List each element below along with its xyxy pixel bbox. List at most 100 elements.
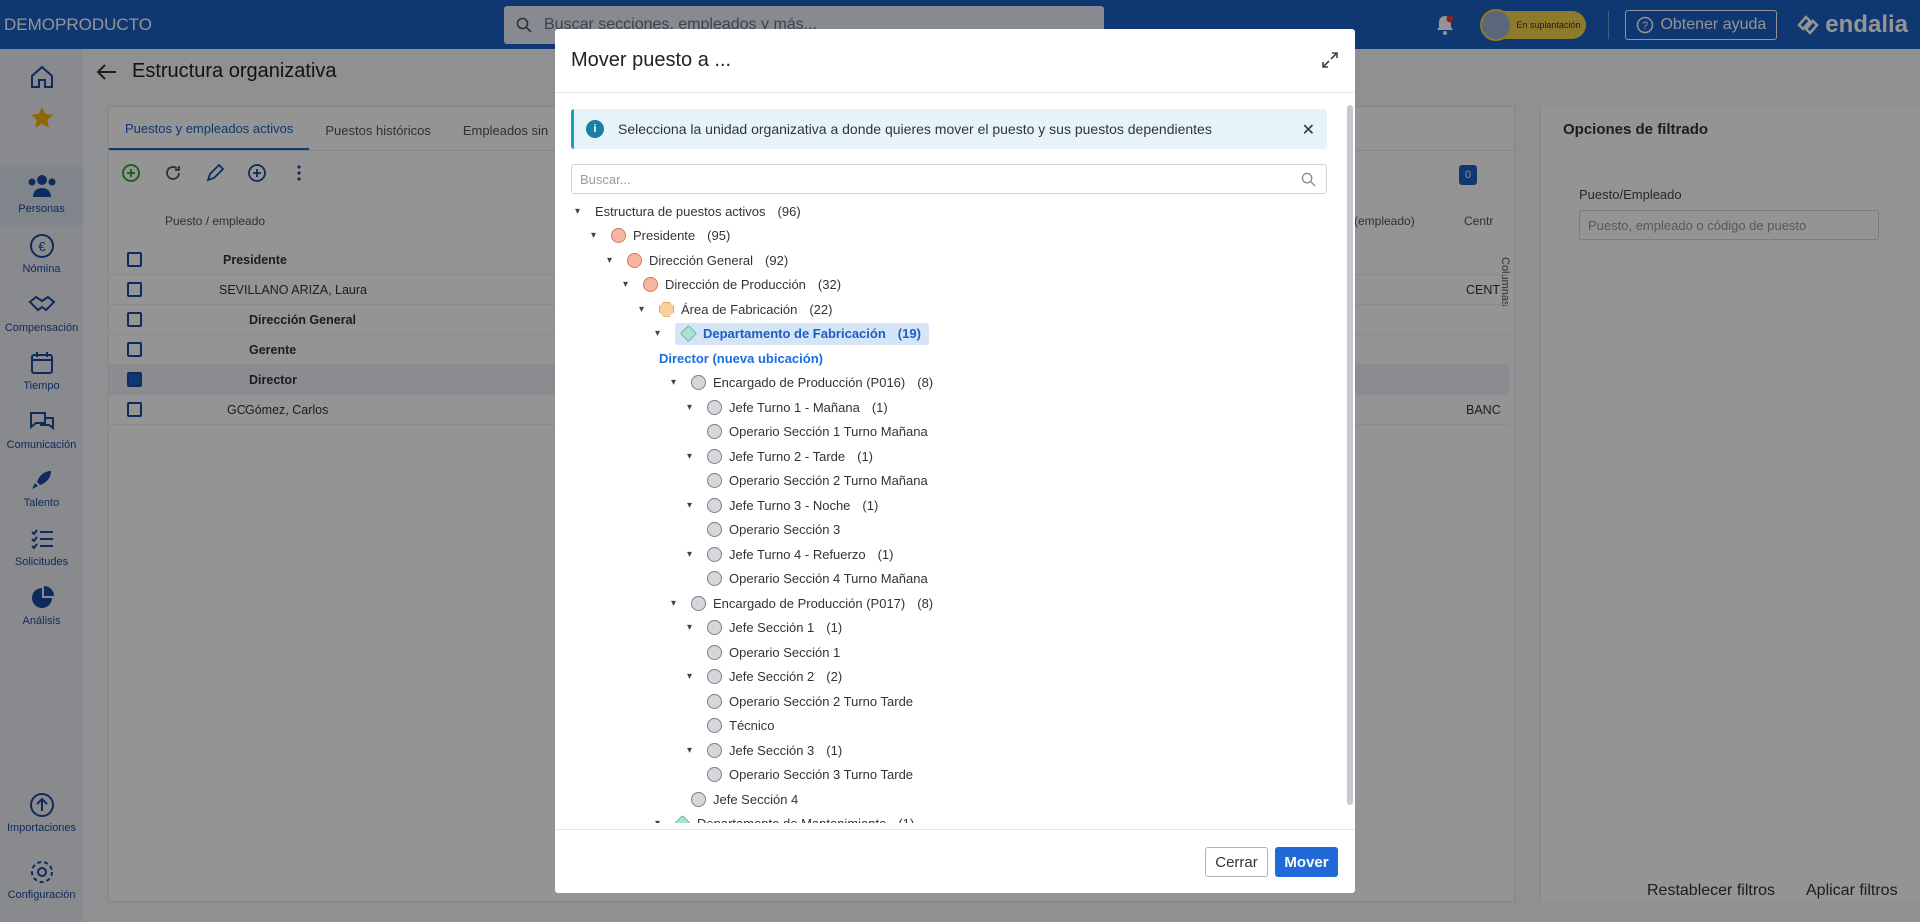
tree-node[interactable]: ▾ Encargado de Producción (P016) (8)	[671, 371, 933, 396]
gray-node-icon	[707, 473, 722, 489]
tree-node[interactable]: ▾ Estructura de puestos activos (96)	[575, 199, 801, 224]
info-text: Selecciona la unidad organizativa a dond…	[618, 121, 1212, 137]
chevron-down-icon[interactable]: ▾	[655, 328, 667, 339]
chevron-down-icon[interactable]: ▾	[687, 622, 699, 633]
tree-node[interactable]: ▾ Departamento de Fabricación (19)	[655, 322, 929, 347]
tree-node[interactable]: Operario Sección 2 Turno Tarde	[687, 689, 913, 714]
salmon-node-icon	[627, 252, 642, 268]
tree-node[interactable]: ▾ Encargado de Producción (P017) (8)	[671, 591, 933, 616]
chevron-down-icon[interactable]: ▾	[687, 451, 699, 462]
tree-scrollbar[interactable]	[1347, 105, 1353, 805]
tree-node-count: (1)	[826, 742, 843, 758]
tree-node-count: (1)	[898, 816, 914, 823]
tree-node-count: (1)	[857, 448, 873, 464]
chevron-down-icon[interactable]: ▾	[687, 745, 699, 756]
dialog-footer: Cerrar Mover	[555, 829, 1355, 893]
tree-node[interactable]: ▾ Dirección de Producción (32)	[623, 273, 841, 298]
tree-node-count: (2)	[826, 669, 843, 685]
tree-node-label: Operario Sección 2 Turno Tarde	[729, 693, 914, 709]
close-icon[interactable]: ✕	[1302, 120, 1315, 140]
chevron-down-icon[interactable]: ▾	[671, 377, 683, 388]
gray-node-icon	[707, 693, 722, 709]
gray-node-icon	[691, 595, 706, 611]
info-icon: i	[586, 120, 604, 138]
tree-node[interactable]: Operario Sección 3	[687, 518, 840, 543]
chevron-down-icon[interactable]: ▾	[591, 230, 603, 241]
salmon-node-icon	[643, 277, 658, 293]
tree-node[interactable]: ▾ Departamento de Mantenimiento (1)	[655, 812, 914, 823]
tree-node-label: Jefe Sección 1	[729, 620, 815, 636]
chevron-down-icon[interactable]: ▾	[655, 818, 667, 823]
chevron-down-icon[interactable]: ▾	[623, 279, 635, 290]
tree-node-count: (92)	[765, 252, 789, 268]
tree-node-count: (1)	[826, 620, 843, 636]
chevron-down-icon[interactable]: ▾	[607, 255, 619, 266]
tree-node[interactable]: Operario Sección 4 Turno Mañana	[687, 567, 928, 592]
tree-node-label: Jefe Sección 3	[729, 742, 815, 758]
tree-node[interactable]: Jefe Sección 4	[671, 787, 798, 812]
tree-node[interactable]: Operario Sección 3 Turno Tarde	[687, 763, 913, 788]
gray-node-icon	[707, 669, 722, 685]
expand-icon[interactable]	[1321, 51, 1339, 69]
tree-node[interactable]: ▾ Jefe Sección 3 (1)	[687, 738, 842, 763]
chevron-down-icon[interactable]: ▾	[671, 598, 683, 609]
tree-search-placeholder: Buscar...	[580, 171, 631, 187]
gray-node-icon	[707, 742, 722, 758]
gray-node-icon	[691, 375, 706, 391]
tree-node[interactable]: ▾ Jefe Turno 4 - Refuerzo (1)	[687, 542, 893, 567]
move-position-dialog: Mover puesto a ... i Selecciona la unida…	[555, 29, 1355, 893]
chevron-down-icon[interactable]: ▾	[687, 549, 699, 560]
info-banner: i Selecciona la unidad organizativa a do…	[571, 109, 1327, 149]
dialog-title: Mover puesto a ...	[571, 49, 732, 71]
tree-node-count: (1)	[862, 497, 879, 513]
tree-node[interactable]: ▾ Jefe Turno 1 - Mañana (1)	[687, 395, 888, 420]
tree-node-label: Jefe Turno 4 - Refuerzo	[729, 546, 866, 562]
chevron-down-icon[interactable]: ▾	[575, 206, 587, 217]
teal-node-icon	[680, 325, 697, 343]
tree-node-label: Jefe Sección 4	[713, 791, 799, 807]
gray-node-icon	[707, 424, 722, 440]
chevron-down-icon[interactable]: ▾	[639, 304, 651, 315]
tree-node-label: Jefe Turno 3 - Noche	[729, 497, 851, 513]
gray-node-icon	[707, 497, 722, 513]
gray-node-icon	[707, 718, 722, 734]
tree-node[interactable]: ▾ Jefe Sección 2 (2)	[687, 665, 842, 690]
tree-node[interactable]: Director (nueva ubicación)	[659, 346, 823, 371]
tree-node-label: Departamento de Mantenimiento	[697, 816, 886, 823]
tree-node-count: (22)	[809, 301, 833, 317]
tree-node[interactable]: Operario Sección 2 Turno Mañana	[687, 469, 928, 494]
tree-node[interactable]: Operario Sección 1 Turno Mañana	[687, 420, 928, 445]
tree-node[interactable]: Operario Sección 1	[687, 640, 840, 665]
tree-node-label: Jefe Sección 2	[729, 669, 815, 685]
move-button[interactable]: Mover	[1275, 847, 1338, 877]
chevron-down-icon[interactable]: ▾	[687, 671, 699, 682]
teal-node-icon	[674, 815, 691, 823]
gray-node-icon	[707, 522, 722, 538]
close-button[interactable]: Cerrar	[1205, 847, 1268, 877]
tree-node-label: Encargado de Producción (P017)	[713, 595, 906, 611]
tree-node-count: (19)	[897, 326, 921, 342]
org-tree: ▾ Estructura de puestos activos (96) ▾ Presi…	[571, 199, 1327, 823]
gray-node-icon	[707, 448, 722, 464]
tree-node-count: (32)	[817, 277, 842, 293]
tree-node-count: (8)	[917, 375, 934, 391]
tree-node-label: Técnico	[729, 718, 775, 734]
chevron-down-icon[interactable]: ▾	[687, 402, 699, 413]
tree-search-input[interactable]: Buscar...	[571, 164, 1327, 194]
gray-node-icon	[707, 571, 722, 587]
tree-node-label: Jefe Turno 1 - Mañana	[729, 399, 860, 415]
gray-node-icon	[691, 791, 706, 807]
gray-node-icon	[707, 546, 722, 562]
tree-node-label: Operario Sección 2 Turno Mañana	[729, 473, 928, 489]
tree-node[interactable]: ▾ Área de Fabricación (22)	[639, 297, 832, 322]
tree-node-label: Operario Sección 3	[729, 522, 841, 538]
chevron-down-icon[interactable]: ▾	[687, 500, 699, 511]
tree-node[interactable]: Técnico	[687, 714, 775, 739]
tree-node[interactable]: ▾ Dirección General (92)	[607, 248, 788, 273]
tree-node[interactable]: ▾ Jefe Sección 1 (1)	[687, 616, 842, 641]
tree-node[interactable]: ▾ Presidente (95)	[591, 224, 730, 249]
tree-node[interactable]: ▾ Jefe Turno 2 - Tarde (1)	[687, 444, 873, 469]
tree-node[interactable]: ▾ Jefe Turno 3 - Noche (1)	[687, 493, 878, 518]
tree-node-count: (96)	[777, 203, 801, 219]
search-icon	[1301, 172, 1316, 187]
